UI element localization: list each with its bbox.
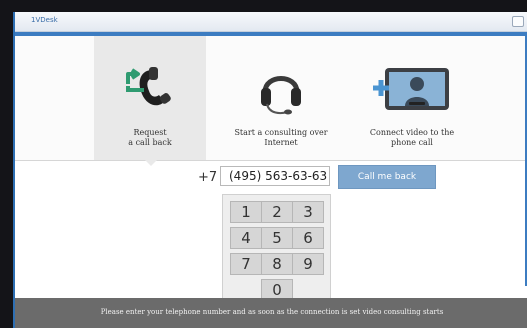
key-5[interactable]: 5 [261, 227, 293, 249]
key-8[interactable]: 8 [261, 253, 293, 275]
key-9[interactable]: 9 [292, 253, 324, 275]
window-control-button[interactable] [512, 16, 524, 27]
key-7[interactable]: 7 [230, 253, 262, 275]
key-4[interactable]: 4 [230, 227, 262, 249]
title-bar: 1VDesk [15, 12, 527, 32]
video-call-icon [371, 64, 453, 118]
app-window: 1VDesk Request a call back Start a consu… [13, 12, 527, 328]
phone-callback-icon [122, 64, 178, 114]
key-3[interactable]: 3 [292, 201, 324, 223]
country-code: +7 [198, 170, 218, 185]
tab-label: Connect video to the phone call [369, 128, 455, 147]
dial-keypad: 1 2 3 4 5 6 7 8 9 0 [222, 194, 331, 306]
tab-request-call-back[interactable]: Request a call back [94, 36, 206, 160]
phone-entry-row: +7 (495) 563-63-63 Call me back [15, 165, 525, 189]
tab-connect-video[interactable]: Connect video to the phone call [352, 36, 472, 160]
tab-label: Start a consulting over Internet [234, 128, 328, 147]
phone-number-input[interactable]: (495) 563-63-63 [220, 166, 330, 186]
call-me-back-button[interactable]: Call me back [338, 165, 436, 189]
mode-tabs: Request a call back Start a consulting o… [15, 36, 525, 161]
window-title: 1VDesk [31, 16, 58, 24]
status-footer: Please enter your telephone number and a… [15, 298, 527, 328]
key-2[interactable]: 2 [261, 201, 293, 223]
key-6[interactable]: 6 [292, 227, 324, 249]
headset-icon [255, 64, 307, 120]
tab-internet-consulting[interactable]: Start a consulting over Internet [225, 36, 337, 160]
tab-label: Request a call back [128, 128, 172, 147]
key-1[interactable]: 1 [230, 201, 262, 223]
